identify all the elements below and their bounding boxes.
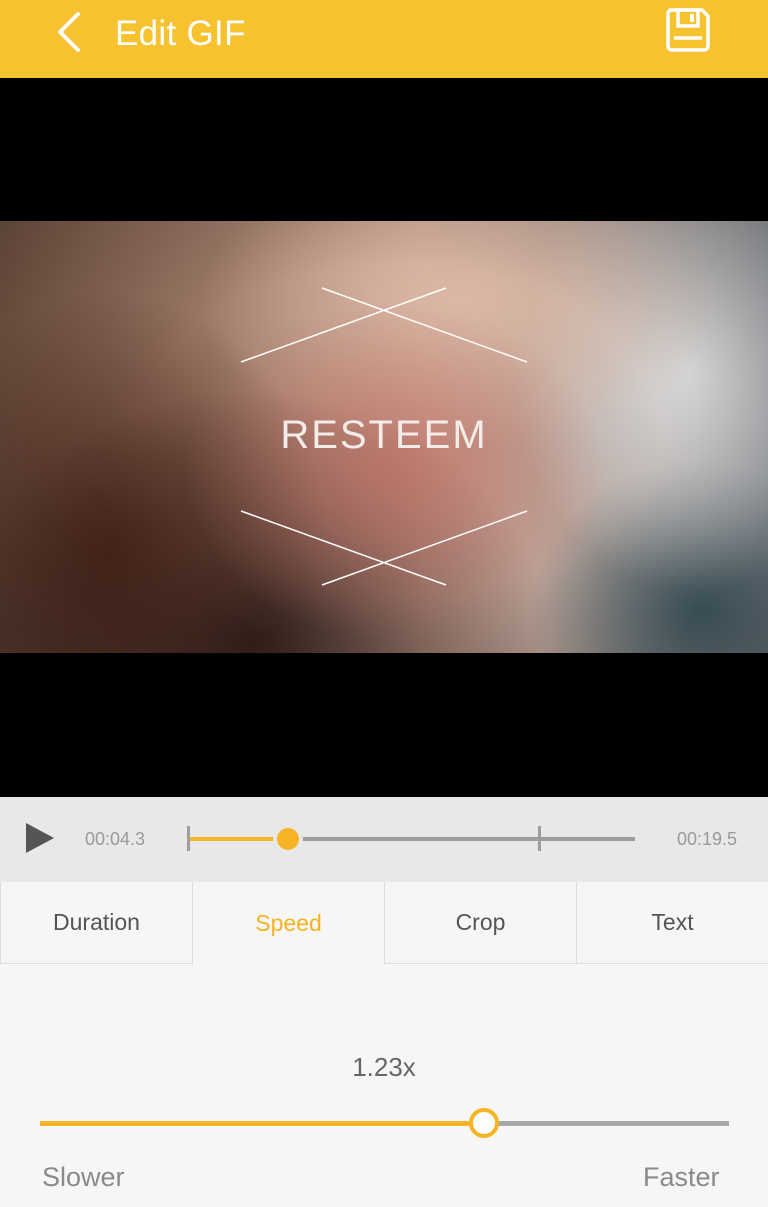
speed-value: 1.23x xyxy=(352,1052,416,1082)
gif-preview: RESTEEM xyxy=(0,78,768,797)
floppy-disk-icon xyxy=(666,8,710,52)
slower-label: Slower xyxy=(42,1162,125,1192)
tab-duration[interactable]: Duration xyxy=(0,882,193,964)
play-icon xyxy=(26,823,54,853)
app-header: Edit GIF xyxy=(0,0,768,78)
timeline-bar: 00:04.3 00:19.5 xyxy=(0,797,768,882)
tab-text[interactable]: Text xyxy=(577,882,768,964)
back-button[interactable] xyxy=(50,10,90,54)
tab-crop[interactable]: Crop xyxy=(385,882,577,964)
play-button[interactable] xyxy=(24,821,56,855)
video-frame: RESTEEM xyxy=(0,221,768,653)
speed-slider-thumb[interactable] xyxy=(469,1108,500,1138)
end-time: 00:19.5 xyxy=(677,829,738,849)
save-button[interactable] xyxy=(664,6,712,54)
page-title: Edit GIF xyxy=(115,14,246,53)
edit-tabs: Duration Speed Crop Text xyxy=(0,882,768,964)
speed-slider-fill xyxy=(40,1121,485,1126)
overlay-text: RESTEEM xyxy=(280,413,488,457)
trim-start-handle[interactable] xyxy=(187,826,190,851)
current-time: 00:04.3 xyxy=(85,829,146,849)
speed-panel: 1.23x Slower Faster xyxy=(0,964,768,1207)
timeline-progress xyxy=(188,837,288,841)
faster-label: Faster xyxy=(643,1162,720,1192)
tab-speed[interactable]: Speed xyxy=(193,882,385,964)
chevron-left-icon xyxy=(58,12,80,52)
playhead-handle[interactable] xyxy=(277,828,299,850)
trim-end-handle[interactable] xyxy=(538,826,541,851)
